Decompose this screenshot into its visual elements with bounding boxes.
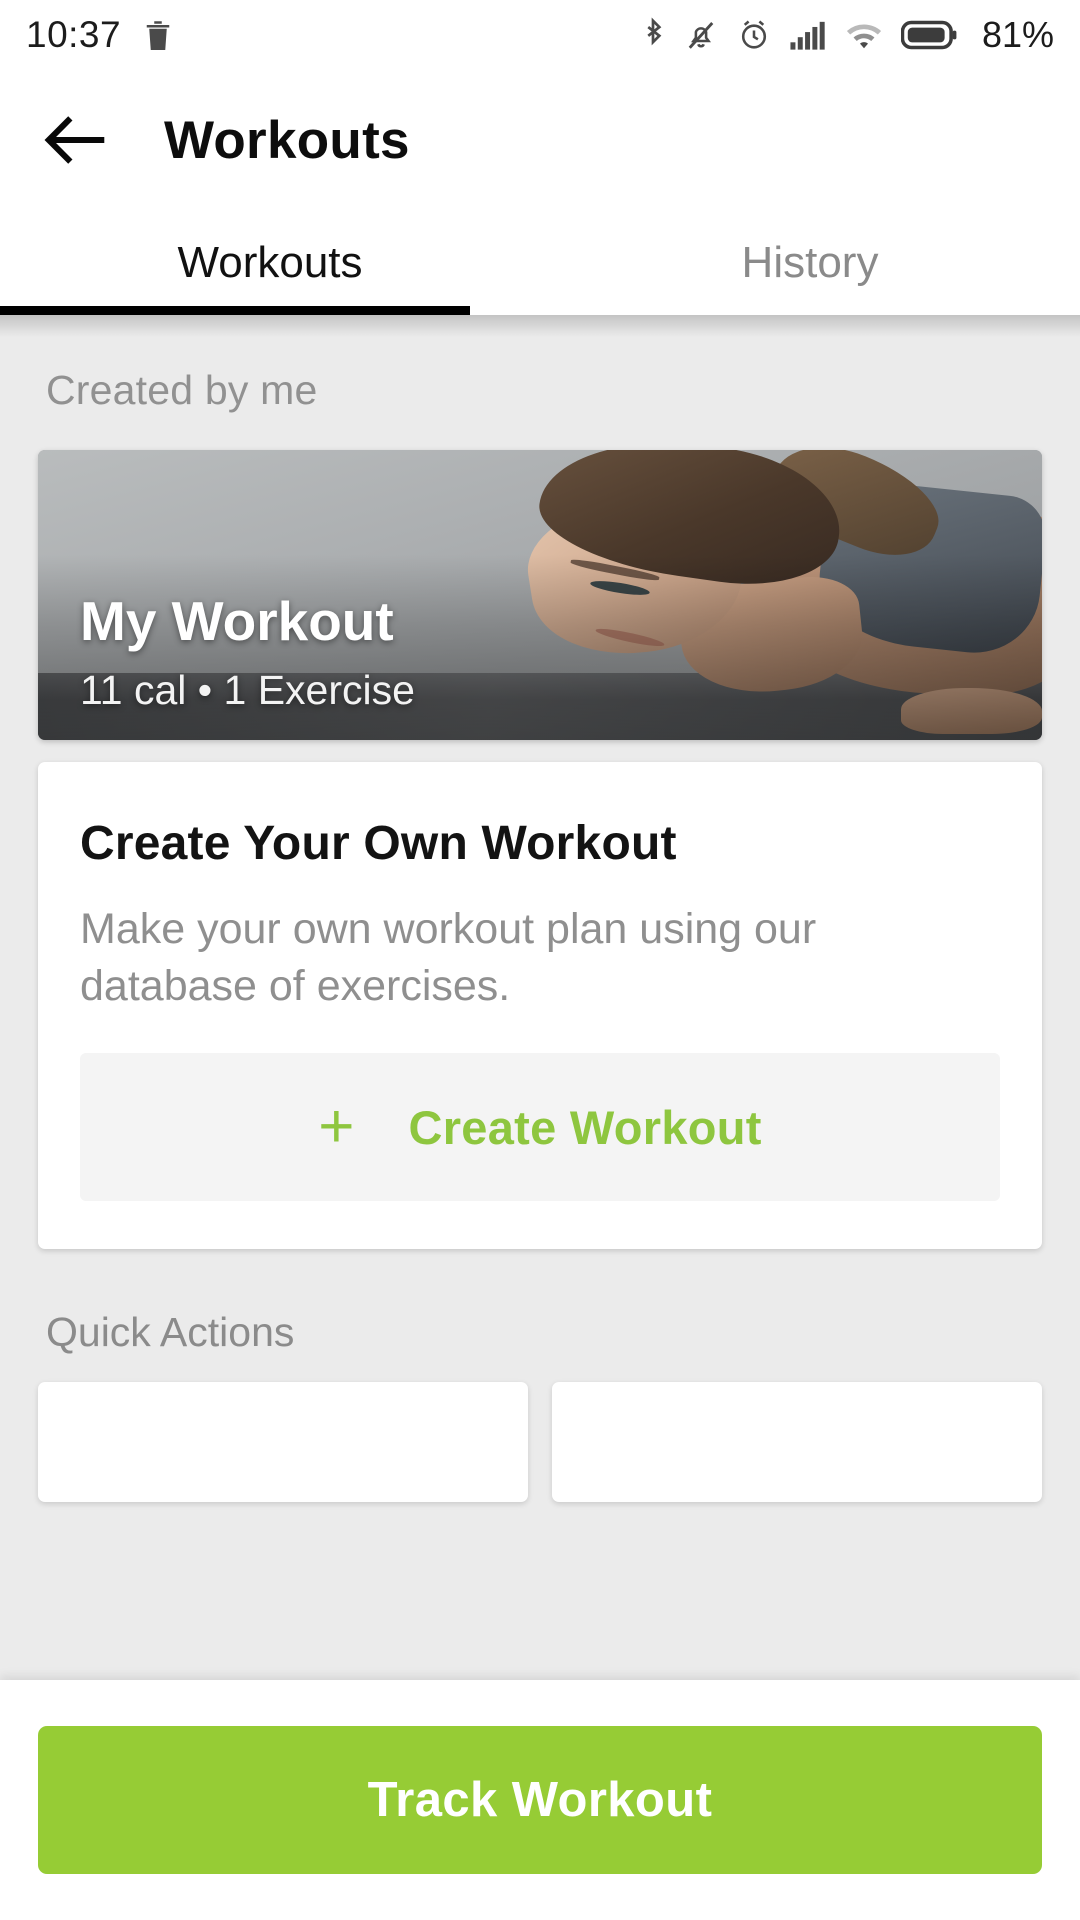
quick-actions-label: Quick Actions	[46, 1309, 295, 1356]
create-workout-button-label: Create Workout	[408, 1100, 762, 1154]
wifi-icon	[844, 18, 884, 52]
back-button[interactable]	[28, 92, 124, 188]
bluetooth-icon	[640, 16, 666, 54]
tab-history[interactable]: History	[540, 210, 1080, 315]
quick-action-card-left[interactable]	[38, 1382, 528, 1503]
create-card-title: Create Your Own Workout	[80, 817, 677, 870]
workout-card-my-workout[interactable]: My Workout 11 cal • 1 Exercise	[38, 450, 1042, 740]
status-bar: 10:37 81%	[0, 0, 1080, 70]
tab-workouts[interactable]: Workouts	[0, 210, 540, 315]
create-workout-button[interactable]: + Create Workout	[80, 1053, 1000, 1202]
create-card-description: Make your own workout plan using our dat…	[80, 905, 817, 1011]
plus-icon: +	[318, 1092, 355, 1162]
quick-action-card-right[interactable]	[552, 1382, 1042, 1503]
bottom-action-bar: Track Workout	[0, 1680, 1080, 1920]
workout-card-title: My Workout	[80, 590, 394, 653]
active-tab-indicator	[0, 306, 470, 315]
workout-card-subtitle: 11 cal • 1 Exercise	[80, 667, 415, 713]
create-your-own-workout-card: Create Your Own Workout Make your own wo…	[38, 762, 1042, 1250]
tab-bar: Workouts History	[0, 210, 1080, 315]
notification-muted-icon	[683, 16, 719, 54]
status-bar-icons: 81%	[640, 14, 1054, 56]
arrow-left-icon	[41, 110, 111, 170]
track-workout-button[interactable]: Track Workout	[38, 1726, 1042, 1874]
alarm-clock-icon	[736, 16, 772, 54]
cellular-signal-icon	[789, 17, 827, 53]
workout-card-text: My Workout 11 cal • 1 Exercise	[80, 590, 1002, 714]
trash-icon	[143, 17, 173, 53]
app-bar: Workouts	[0, 70, 1080, 210]
scroll-content[interactable]: Created by me My Workout 11 cal • 1 Exer…	[0, 315, 1080, 1680]
battery-icon	[900, 18, 957, 52]
phone-screen: 10:37 81% Workouts Workouts History Crea…	[0, 0, 1080, 1920]
page-title: Workouts	[164, 110, 410, 170]
battery-percent-label: 81%	[981, 14, 1054, 55]
created-by-me-label: Created by me	[46, 367, 318, 413]
quick-actions-row	[38, 1382, 1042, 1503]
status-bar-clock: 10:37	[26, 14, 122, 55]
